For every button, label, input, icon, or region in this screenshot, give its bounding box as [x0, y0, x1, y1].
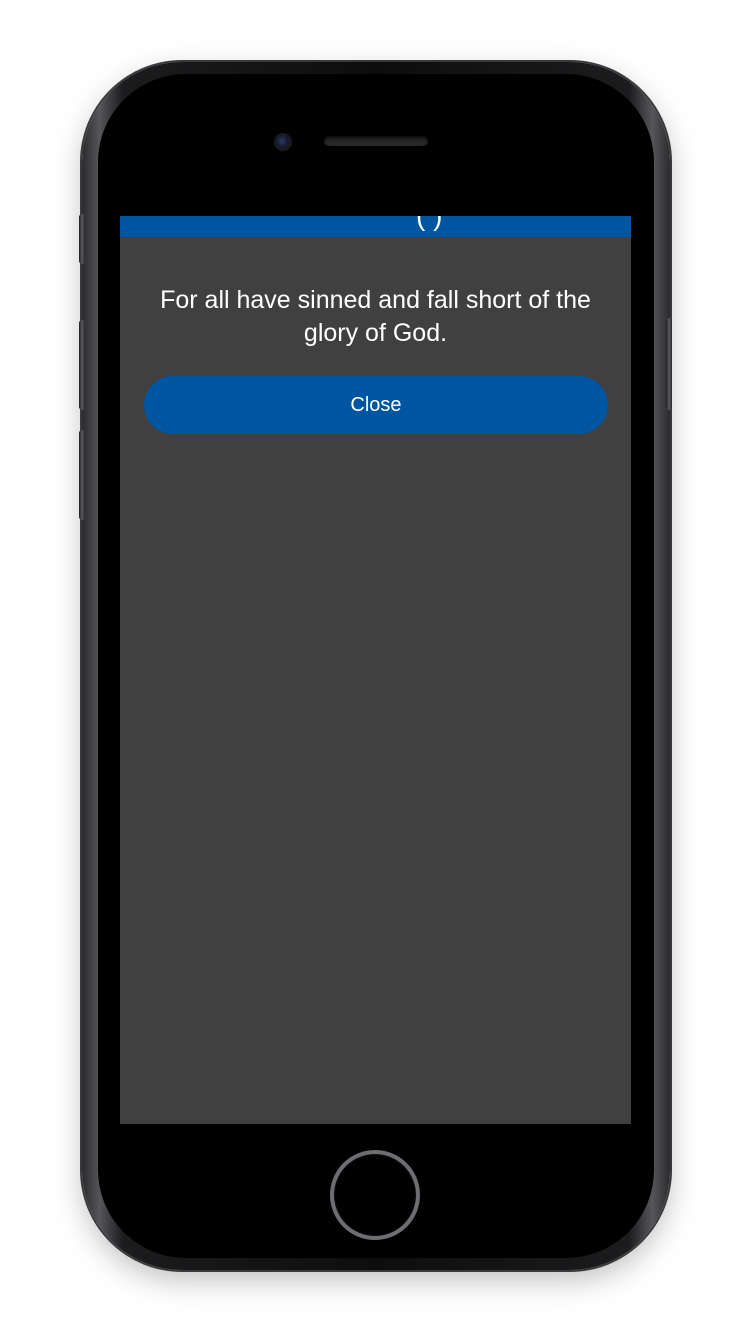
navigation-bar: ( ) [120, 216, 631, 237]
front-camera-icon [274, 133, 292, 151]
volume-up-button [79, 320, 85, 410]
app-screen: ( ) For all have sinned and fall short o… [120, 216, 631, 1124]
close-button[interactable]: Close [144, 376, 608, 434]
verse-message: For all have sinned and fall short of th… [160, 286, 591, 347]
home-button[interactable] [330, 1150, 420, 1240]
earpiece-speaker [324, 136, 428, 146]
nav-title-fragment: ( ) [416, 216, 442, 230]
power-button [666, 318, 672, 410]
volume-down-button [79, 430, 85, 520]
mute-switch [79, 214, 85, 264]
